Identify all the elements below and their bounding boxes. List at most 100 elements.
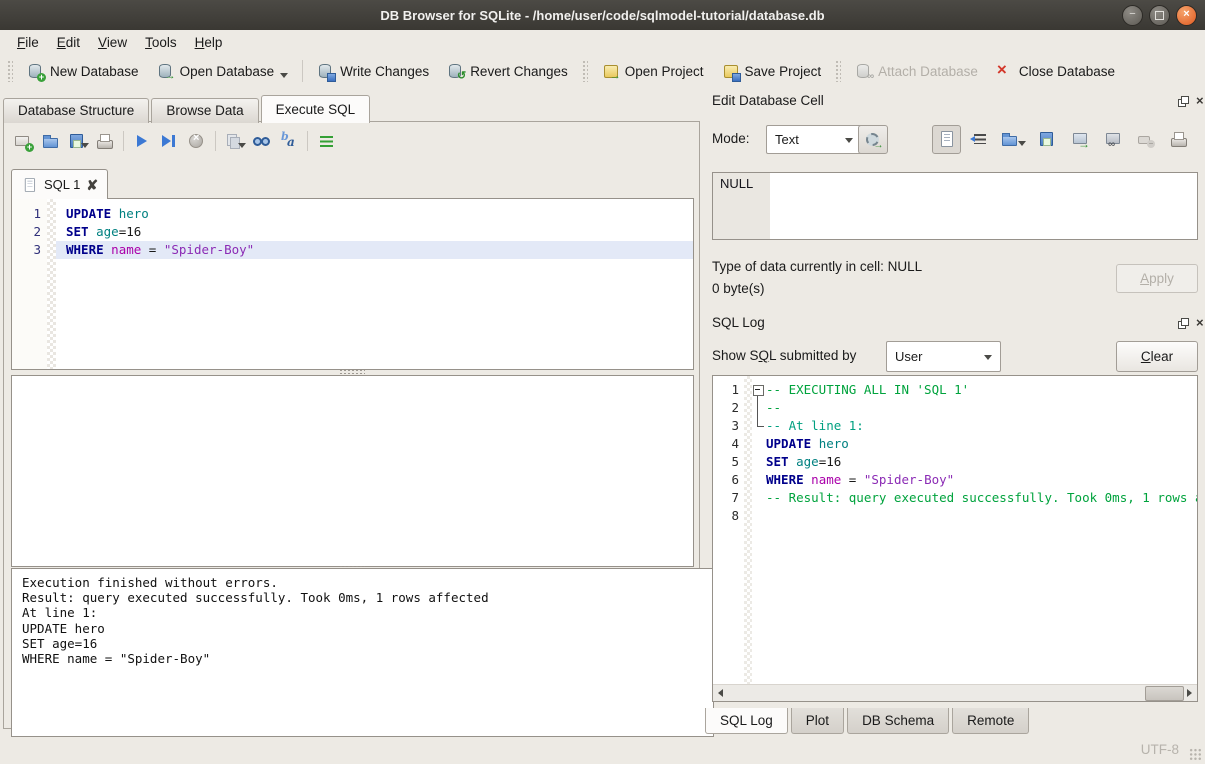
toolbar-button-label: Revert Changes (470, 64, 568, 79)
execute-all-button[interactable] (129, 129, 156, 153)
revert-changes-button[interactable]: Revert Changes (438, 59, 577, 83)
toolbar-button-label: Write Changes (340, 64, 429, 79)
new-sql-tab-button[interactable] (10, 129, 37, 153)
menu-item-view[interactable]: View (89, 33, 136, 52)
word-wrap-button[interactable] (967, 126, 994, 153)
open-project-icon (602, 63, 619, 79)
set-null-button[interactable] (1132, 126, 1159, 153)
save-as-button[interactable] (1033, 126, 1060, 153)
line-number: 2 (713, 399, 739, 417)
close-panel-icon[interactable] (1195, 318, 1205, 330)
open-link-button[interactable] (1099, 126, 1126, 153)
import-file-icon (1001, 131, 1018, 147)
format-sql-button[interactable] (313, 129, 340, 153)
fold-marker[interactable] (752, 381, 766, 399)
fold-spacer (752, 471, 766, 489)
toolbar-handle (835, 60, 841, 82)
scroll-left-icon[interactable] (713, 685, 728, 700)
undock-icon[interactable] (1178, 96, 1190, 108)
line-number: 8 (713, 507, 739, 525)
open-database-button[interactable]: Open Database (148, 59, 298, 83)
maximize-icon[interactable] (1149, 5, 1170, 26)
attach-database-button[interactable]: Attach Database (846, 59, 987, 83)
code-token: "Spider-Boy" (864, 472, 954, 487)
find-icon (253, 133, 270, 149)
sql-log-panel-buttons (1178, 318, 1205, 330)
import-file-button[interactable] (1000, 126, 1027, 153)
scroll-right-icon[interactable] (1182, 685, 1197, 700)
text-mode-button[interactable] (932, 125, 961, 154)
line-number: 3 (12, 241, 41, 259)
sql-editor-tab[interactable]: SQL 1 ✘ (11, 169, 108, 199)
export-results-button[interactable] (221, 129, 248, 153)
print-cell-button[interactable] (1165, 126, 1192, 153)
export-data-button[interactable] (1066, 126, 1093, 153)
dropdown-arrow-icon (238, 134, 244, 148)
close-tab-icon[interactable]: ✘ (86, 179, 98, 191)
menu-item-edit[interactable]: Edit (48, 33, 89, 52)
find-replace-button[interactable] (275, 129, 302, 153)
text-mode-icon (938, 131, 955, 147)
splitter-handle[interactable] (11, 368, 692, 375)
close-database-button[interactable]: Close Database (987, 59, 1124, 83)
tab-execute-sql[interactable]: Execute SQL (261, 95, 371, 123)
menu-item-file[interactable]: File (8, 33, 48, 52)
cell-type-text: Type of data currently in cell: NULL (712, 259, 922, 274)
word-wrap-icon (972, 131, 989, 147)
print-sql-button[interactable] (91, 129, 118, 153)
apply-label: Apply (1140, 271, 1174, 286)
toolbar-separator (123, 131, 124, 151)
open-sql-file-icon (42, 133, 59, 149)
horizontal-scrollbar[interactable] (713, 684, 1197, 701)
fold-column (752, 376, 766, 685)
main-tab-bar: Database StructureBrowse DataExecute SQL (3, 95, 372, 123)
dock-tab-db-schema[interactable]: DB Schema (847, 708, 949, 734)
auto-apply-button[interactable] (858, 125, 888, 154)
close-panel-icon[interactable] (1195, 96, 1205, 108)
code-token (789, 454, 797, 469)
log-line: UPDATE hero (766, 435, 1197, 453)
stop-execution-button[interactable] (183, 129, 210, 153)
log-line: -- (766, 399, 1197, 417)
tab-browse-data[interactable]: Browse Data (151, 98, 258, 123)
dock-tab-remote[interactable]: Remote (952, 708, 1029, 734)
find-button[interactable] (248, 129, 275, 153)
open-sql-file-button[interactable] (37, 129, 64, 153)
sql-log-view[interactable]: 12345678-- EXECUTING ALL IN 'SQL 1'---- … (712, 375, 1198, 702)
show-sql-label: Show SQL submitted by (712, 348, 856, 363)
sql-editor[interactable]: 123UPDATE heroSET age=16WHERE name = "Sp… (11, 198, 694, 370)
close-icon[interactable]: × (1176, 5, 1197, 26)
dock-tab-sql-log[interactable]: SQL Log (705, 708, 788, 734)
code-token (111, 206, 119, 221)
code-token: SET (66, 224, 89, 239)
new-database-button[interactable]: New Database (18, 59, 148, 83)
write-changes-button[interactable]: Write Changes (308, 59, 438, 83)
tab-database-structure[interactable]: Database Structure (3, 98, 149, 123)
toolbar-separator (302, 60, 303, 82)
scrollbar-thumb[interactable] (1145, 686, 1184, 701)
toolbar-button-label: Open Database (180, 64, 275, 79)
open-project-button[interactable]: Open Project (593, 59, 713, 83)
mode-select[interactable]: Text (766, 125, 862, 154)
submitted-by-select[interactable]: User (886, 341, 1001, 372)
resize-grip[interactable] (1189, 748, 1202, 761)
line-number: 6 (713, 471, 739, 489)
menu-item-tools[interactable]: Tools (136, 33, 186, 52)
menu-item-help[interactable]: Help (186, 33, 232, 52)
dock-tab-plot[interactable]: Plot (791, 708, 844, 734)
fold-spacer (752, 489, 766, 507)
save-project-button[interactable]: Save Project (713, 59, 831, 83)
execute-current-line-button[interactable] (156, 129, 183, 153)
code-token: name (811, 472, 841, 487)
clear-button[interactable]: Clear (1116, 341, 1198, 372)
undock-icon[interactable] (1178, 318, 1190, 330)
code-token: = (841, 472, 864, 487)
apply-button[interactable]: Apply (1116, 264, 1198, 293)
execute-all-icon (134, 133, 151, 149)
save-sql-file-button[interactable] (64, 129, 91, 153)
window-controls: − × (1122, 5, 1197, 26)
cell-value-editor[interactable]: NULL (712, 172, 1198, 240)
editor-text-area[interactable]: UPDATE heroSET age=16WHERE name = "Spide… (56, 199, 693, 369)
sql-log-title: SQL Log (712, 315, 765, 330)
minimize-icon[interactable]: − (1122, 5, 1143, 26)
